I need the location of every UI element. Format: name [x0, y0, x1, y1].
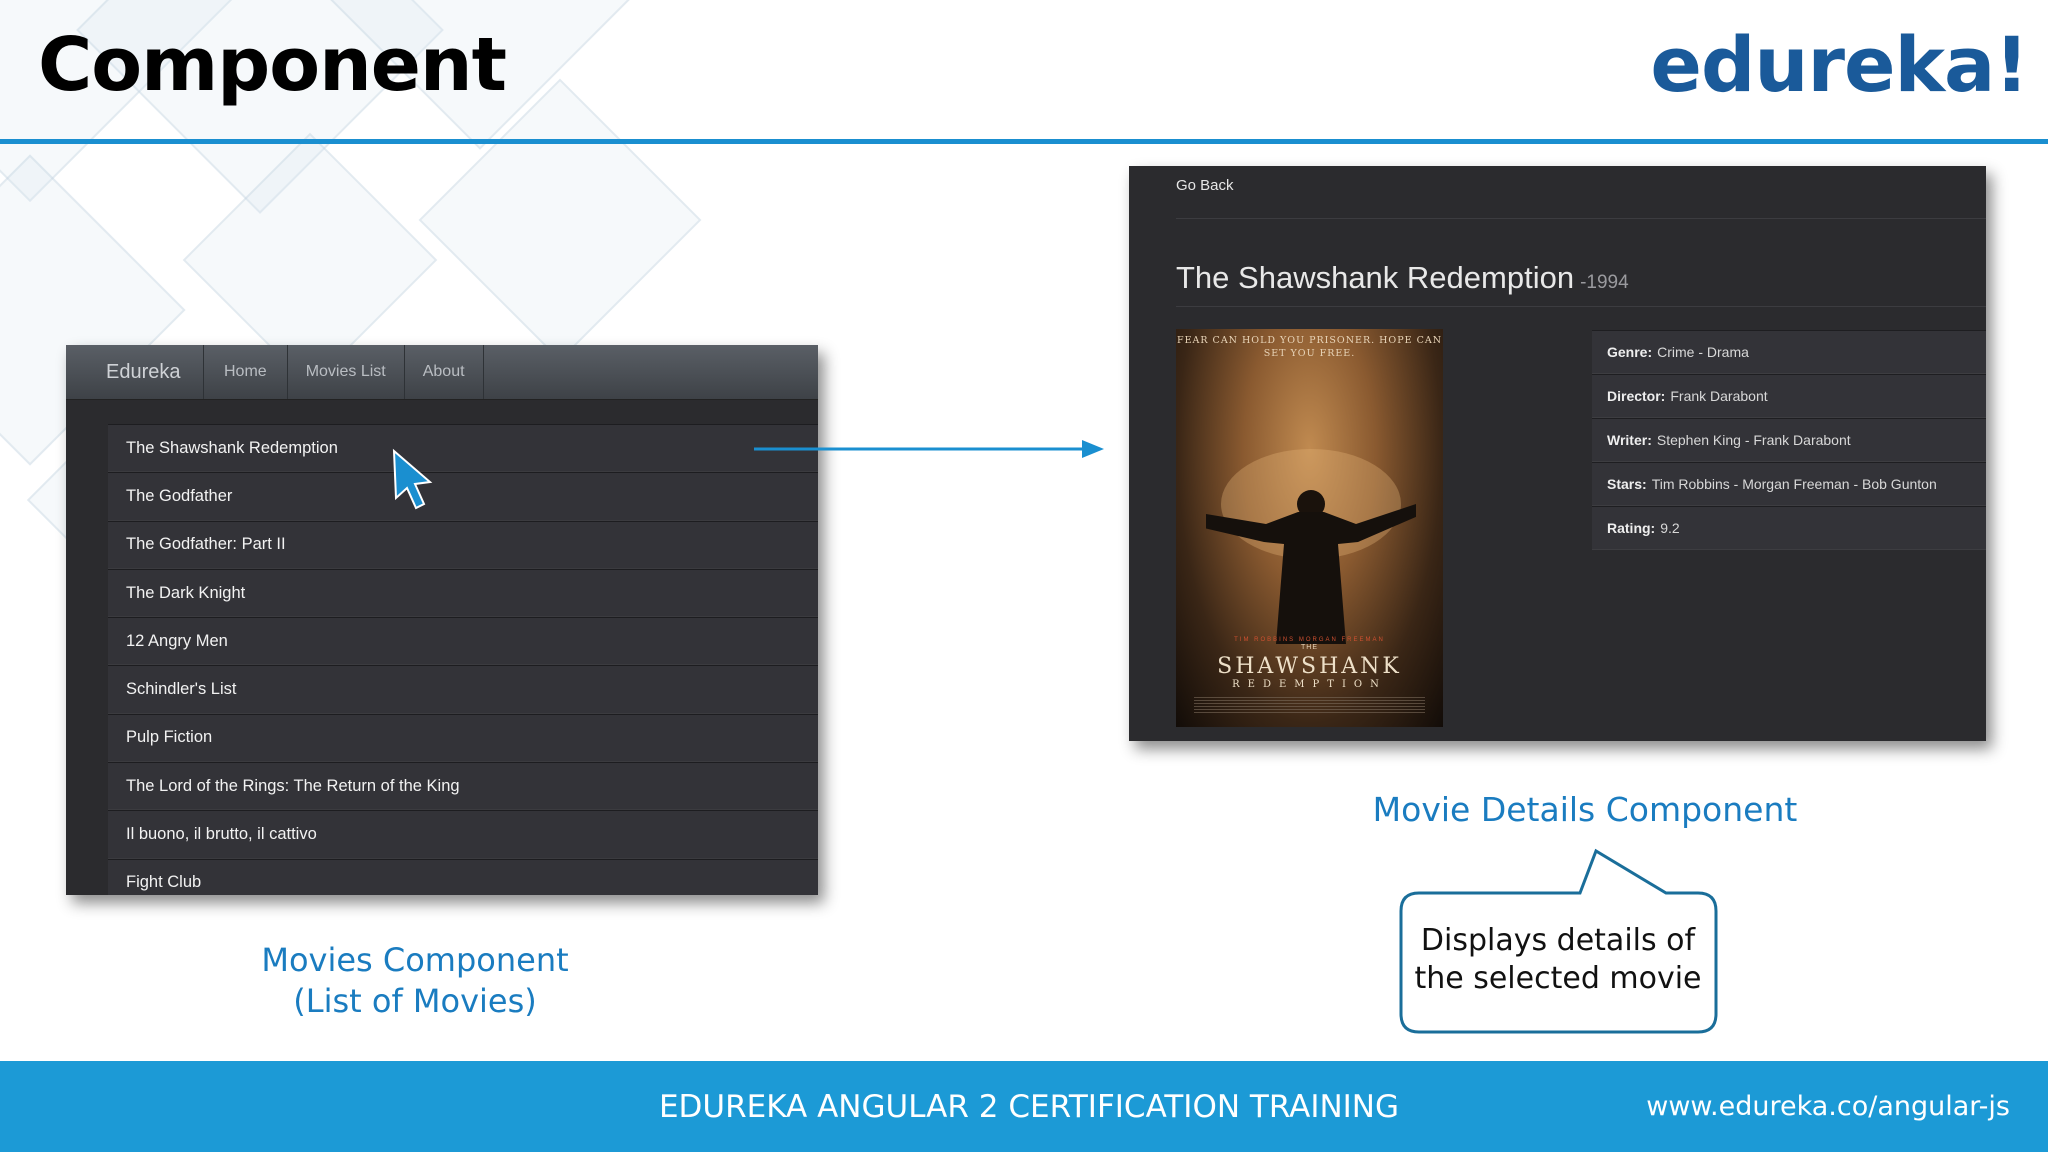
divider	[1176, 218, 1986, 219]
list-item[interactable]: 12 Angry Men	[108, 617, 818, 666]
list-item[interactable]: Schindler's List	[108, 665, 818, 714]
navbar: Edureka Home Movies List About	[66, 345, 818, 400]
nav-link-movies-list[interactable]: Movies List	[286, 345, 404, 399]
movies-component-screenshot: Edureka Home Movies List About The Shaws…	[66, 345, 818, 895]
info-row-director: Director: Frank Darabont	[1592, 374, 1986, 418]
info-row-writer: Writer: Stephen King - Frank Darabont	[1592, 418, 1986, 462]
list-item[interactable]: Fight Club	[108, 858, 818, 895]
poster-credits: TIM ROBBINS MORGAN FREEMAN	[1234, 637, 1385, 643]
movie-title-text: The Shawshank Redemption	[1176, 260, 1575, 295]
poster-fine-print	[1194, 697, 1425, 715]
arrow-icon	[754, 440, 1104, 458]
movie-info-list: Genre: Crime - Drama Director: Frank Darab…	[1592, 330, 1986, 550]
list-item[interactable]: The Lord of the Rings: The Return of the…	[108, 762, 818, 811]
nav-link-home[interactable]: Home	[203, 345, 287, 399]
callout-text: Displays details of the selected movie	[1398, 922, 1718, 998]
edureka-logo: edureka!	[1650, 20, 2029, 109]
movie-poster: Fear can hold you prisoner. Hope can set…	[1176, 329, 1443, 727]
movie-details-screenshot: Go Back The Shawshank Redemption -1994 Fe…	[1129, 166, 1986, 741]
mouse-cursor-icon	[392, 448, 433, 510]
poster-figure-image	[1206, 449, 1416, 644]
slide-title: Component	[38, 22, 507, 108]
info-row-rating: Rating: 9.2	[1592, 506, 1986, 550]
details-component-caption: Movie Details Component	[1372, 790, 1798, 829]
movie-year: -1994	[1580, 272, 1629, 293]
navbar-brand[interactable]: Edureka	[66, 345, 203, 399]
nav-link-about[interactable]: About	[403, 345, 484, 399]
poster-tagline: Fear can hold you prisoner. Hope can set…	[1176, 335, 1443, 359]
poster-title: SHAWSHANK	[1217, 654, 1402, 679]
poster-title-the: THE	[1301, 644, 1318, 651]
title-divider	[0, 139, 2048, 144]
list-item[interactable]: The Godfather	[108, 472, 818, 521]
go-back-link[interactable]: Go Back	[1176, 177, 1234, 194]
list-item[interactable]: The Shawshank Redemption	[108, 424, 818, 473]
list-item[interactable]: The Dark Knight	[108, 568, 818, 618]
list-item[interactable]: Il buono, il brutto, il cattivo	[108, 810, 818, 859]
divider	[1176, 306, 1986, 307]
list-item[interactable]: The Godfather: Part II	[108, 520, 818, 569]
callout-line-2: the selected movie	[1414, 961, 1702, 996]
footer-url[interactable]: www.edureka.co/angular-js	[1646, 1091, 2010, 1122]
caption-line-1: Movies Component	[261, 941, 569, 979]
movie-title: The Shawshank Redemption -1994	[1176, 260, 1629, 296]
callout-line-1: Displays details of	[1420, 923, 1696, 958]
footer-bar: EDUREKA ANGULAR 2 CERTIFICATION TRAINING…	[0, 1061, 2048, 1152]
movies-component-caption: Movies Component (List of Movies)	[250, 940, 580, 1022]
list-item[interactable]: Pulp Fiction	[108, 713, 818, 763]
poster-subtitle: REDEMPTION	[1232, 679, 1387, 690]
movie-list: The Shawshank Redemption The Godfather T…	[108, 424, 818, 895]
caption-line-2: (List of Movies)	[293, 982, 537, 1020]
info-row-stars: Stars: Tim Robbins - Morgan Freeman - Bob…	[1592, 462, 1986, 506]
info-row-genre: Genre: Crime - Drama	[1592, 330, 1986, 374]
